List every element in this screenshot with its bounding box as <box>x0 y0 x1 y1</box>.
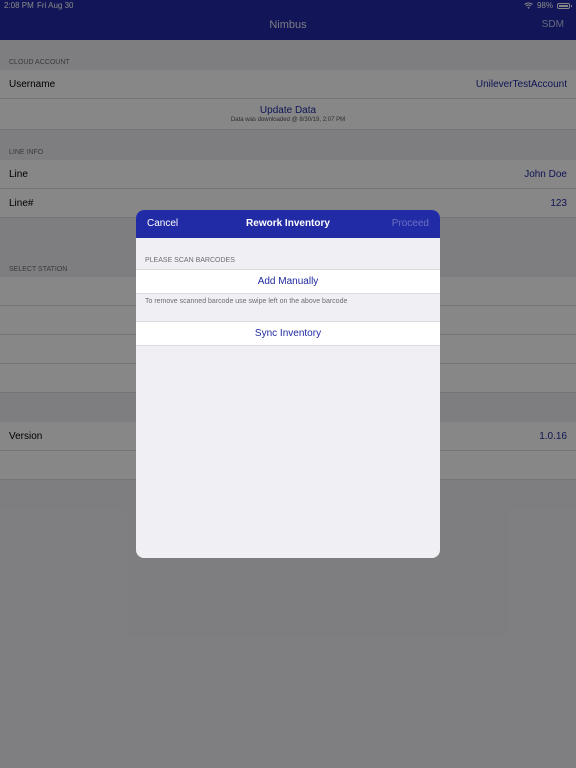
swipe-hint-text: To remove scanned barcode use swipe left… <box>145 298 348 305</box>
sync-inventory-button[interactable]: Sync Inventory <box>136 321 440 346</box>
add-manually-button[interactable]: Add Manually <box>136 269 440 294</box>
scan-barcodes-header: PLEASE SCAN BARCODES <box>145 257 235 264</box>
proceed-button[interactable]: Proceed <box>392 218 429 229</box>
modal-nav-bar: Cancel Rework Inventory Proceed <box>136 210 440 238</box>
rework-inventory-modal: Cancel Rework Inventory Proceed PLEASE S… <box>136 210 440 558</box>
